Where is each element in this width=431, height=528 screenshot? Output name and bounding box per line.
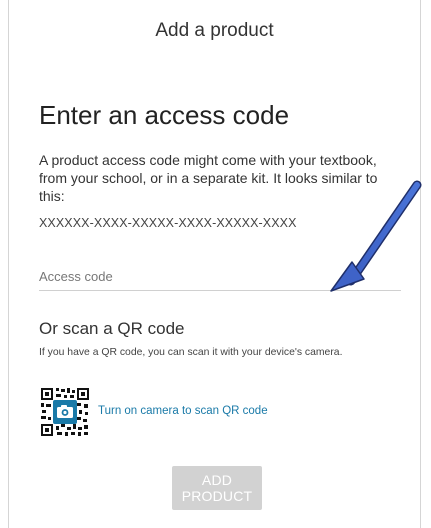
add-product-button[interactable]: ADD PRODUCT [172, 466, 262, 510]
access-code-description: A product access code might come with yo… [39, 152, 378, 204]
qr-heading: Or scan a QR code [39, 319, 185, 338]
access-code-input[interactable] [39, 264, 401, 288]
page-title: Add a product [155, 20, 274, 41]
qr-camera-icon[interactable] [39, 386, 91, 438]
access-code-sample: XXXXXX-XXXX-XXXXX-XXXX-XXXXX-XXXX [39, 216, 297, 230]
access-code-heading: Enter an access code [39, 100, 290, 130]
turn-on-camera-link[interactable]: Turn on camera to scan QR code [98, 404, 268, 418]
access-code-field [39, 264, 401, 291]
add-product-panel: Add a product Enter an access code A pro… [8, 0, 421, 528]
qr-description: If you have a QR code, you can scan it w… [39, 347, 343, 358]
